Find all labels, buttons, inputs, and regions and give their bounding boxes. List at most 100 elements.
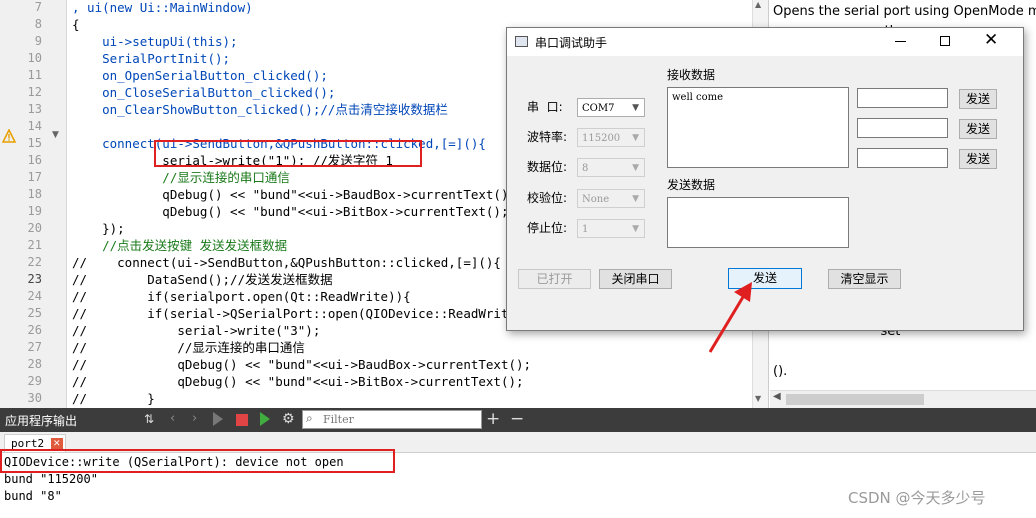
code-line: SerialPortInit();	[72, 51, 231, 66]
chevron-down-icon: ▼	[632, 133, 639, 143]
close-icon[interactable]: ✕	[984, 30, 998, 50]
debug-run-icon[interactable]	[260, 412, 270, 426]
line-number: 22	[27, 255, 42, 269]
code-line: // qDebug() << "bund"<<ui->BitBox->curre…	[72, 374, 524, 389]
send-input-1[interactable]	[857, 88, 948, 108]
receive-data-label: 接收数据	[667, 68, 716, 82]
chevron-down-icon: ▼	[632, 163, 639, 173]
receive-textarea[interactable]: well come	[667, 87, 849, 168]
send-button-1[interactable]: 发送	[959, 89, 997, 109]
watermark: CSDN @今天多少号	[848, 489, 986, 507]
stop-bits-select[interactable]: 1 ▼	[577, 219, 645, 238]
send-textarea[interactable]	[667, 197, 849, 248]
scroll-down-icon[interactable]: ▼	[755, 394, 761, 403]
parity-select[interactable]: None ▼	[577, 189, 645, 208]
line-number: 11	[27, 68, 42, 82]
minimize-icon[interactable]	[895, 41, 906, 42]
chevron-down-icon: ▼	[632, 194, 639, 204]
code-line: // qDebug() << "bund"<<ui->BaudBox->curr…	[72, 357, 532, 372]
chevron-down-icon: ▼	[632, 103, 639, 113]
code-line: //显示连接的串口通信	[72, 170, 290, 185]
output-toolbar: 应用程序输出 ⇅ ‹ › ⚙ ⌕ Filter + −	[0, 408, 1036, 432]
line-number: 21	[27, 238, 42, 252]
stop-icon[interactable]	[236, 414, 248, 426]
scroll-left-icon[interactable]: ◀	[773, 391, 781, 402]
port-value: COM7	[582, 103, 615, 114]
line-number: 30	[27, 391, 42, 405]
line-number: 18	[27, 187, 42, 201]
line-number: 28	[27, 357, 42, 371]
search-icon: ⌕	[306, 411, 313, 425]
serial-assistant-window[interactable]: 串口调试助手 ✕ 接收数据 well come 发送数据 串 口: COM7 ▼ …	[506, 27, 1024, 331]
output-line: bund "8"	[4, 489, 62, 503]
send-data-label: 发送数据	[667, 178, 716, 192]
title-bar[interactable]: 串口调试助手 ✕	[507, 28, 1023, 56]
send-button-2[interactable]: 发送	[959, 119, 997, 139]
code-line: // serial->write("3");	[72, 323, 321, 338]
code-line: qDebug() << "bund"<<ui->BaudBox->current…	[72, 187, 517, 202]
line-number: 27	[27, 340, 42, 354]
code-line: on_CloseSerialButton_clicked();	[72, 85, 336, 100]
receive-text: well come	[672, 92, 724, 103]
close-port-button[interactable]: 关闭串口	[599, 269, 672, 289]
line-number: 13	[27, 102, 42, 116]
code-line: {	[72, 17, 80, 32]
line-number: 16	[27, 153, 42, 167]
line-number: 19	[27, 204, 42, 218]
baud-label: 波特率:	[527, 130, 568, 144]
line-number: 26	[27, 323, 42, 337]
data-bits-value: 8	[582, 163, 589, 174]
parity-value: None	[582, 194, 610, 205]
line-number: 20	[27, 221, 42, 235]
line-number-gutter: ▼ 7 8 9 10 11 12 13 14 15 16 17 18 19 20 21 22 23 24 25 26 2…	[0, 0, 67, 408]
line-number: 29	[27, 374, 42, 388]
help-horizontal-scrollbar[interactable]: ◀	[770, 390, 1036, 408]
code-line: ui->setupUi(this);	[72, 34, 238, 49]
add-icon[interactable]: +	[486, 409, 500, 429]
baud-select[interactable]: 115200 ▼	[577, 128, 645, 147]
output-console[interactable]: QIODevice::write (QSerialPort): device n…	[0, 449, 1036, 518]
clear-display-button[interactable]: 清空显示	[828, 269, 901, 289]
baud-value: 115200	[582, 133, 621, 144]
help-scroll-thumb[interactable]	[786, 394, 924, 405]
line-number: 10	[27, 51, 42, 65]
highlight-box-error	[0, 449, 395, 473]
filter-input[interactable]: ⌕ Filter	[302, 410, 482, 429]
app-window-icon	[515, 36, 528, 47]
output-line: bund "115200"	[4, 472, 98, 486]
parity-label: 校验位:	[527, 191, 568, 205]
send-button-3[interactable]: 发送	[959, 149, 997, 169]
line-number: 17	[27, 170, 42, 184]
code-line: //点击发送按键 发送发送框数据	[72, 238, 288, 253]
line-number: 12	[27, 85, 42, 99]
data-bits-label: 数据位:	[527, 160, 568, 174]
remove-icon[interactable]: −	[510, 409, 524, 429]
line-number: 23	[27, 272, 42, 286]
line-number: 25	[27, 306, 42, 320]
scroll-up-icon[interactable]: ▲	[755, 0, 761, 9]
opened-button[interactable]: 已打开	[518, 269, 591, 289]
filter-placeholder: Filter	[323, 413, 354, 426]
code-line: // }	[72, 391, 155, 406]
code-line: // DataSend();//发送发送框数据	[72, 272, 333, 287]
window-title: 串口调试助手	[535, 36, 608, 50]
port-select[interactable]: COM7 ▼	[577, 98, 645, 117]
chevron-down-icon: ▼	[632, 224, 639, 234]
gear-icon[interactable]: ⚙	[282, 411, 295, 427]
send-input-3[interactable]	[857, 148, 948, 168]
prev-icon[interactable]: ‹	[170, 411, 175, 426]
line-number: 9	[34, 34, 42, 48]
stop-bits-value: 1	[582, 224, 589, 235]
maximize-icon[interactable]	[940, 36, 950, 46]
code-line: // if(serial->QSerialPort::open(QIODevic…	[72, 306, 539, 321]
help-line: ().	[773, 364, 788, 379]
send-input-2[interactable]	[857, 118, 948, 138]
data-bits-select[interactable]: 8 ▼	[577, 158, 645, 177]
code-line: qDebug() << "bund"<<ui->BitBox->currentT…	[72, 204, 509, 219]
code-line: on_OpenSerialButton_clicked();	[72, 68, 328, 83]
run-icon[interactable]	[213, 412, 223, 426]
line-number: 15	[27, 136, 42, 150]
sort-icon[interactable]: ⇅	[144, 412, 154, 426]
next-icon[interactable]: ›	[192, 411, 197, 426]
fold-arrow-icon[interactable]: ▼	[52, 130, 59, 140]
